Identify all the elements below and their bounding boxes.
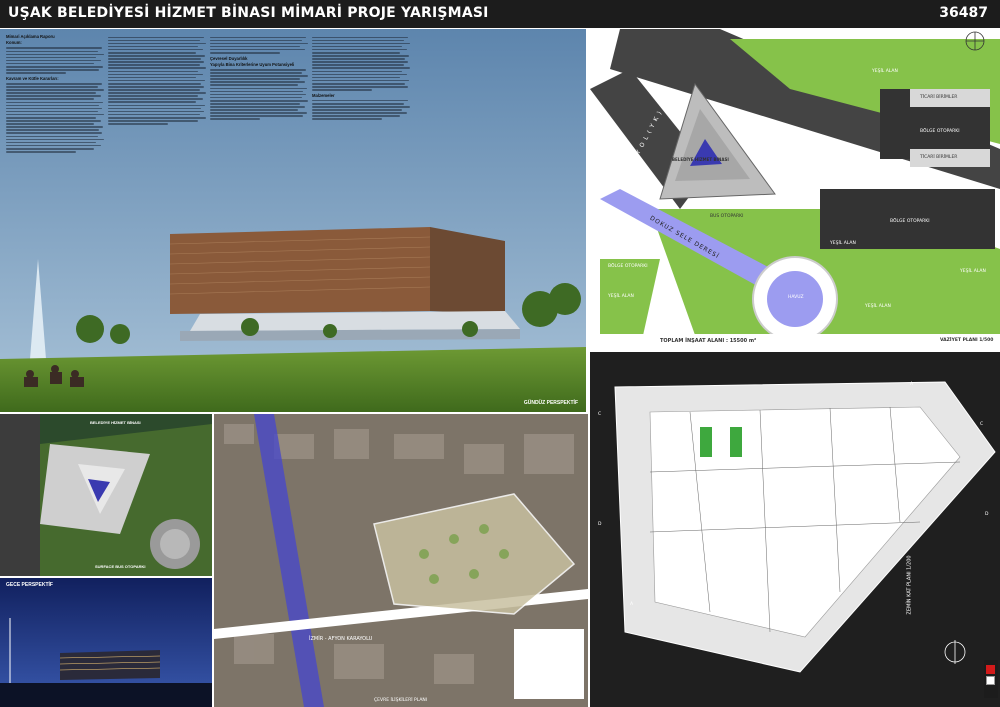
- parking-label: BÖLGE OTOPARKI: [608, 264, 648, 269]
- section-mark: C: [598, 412, 602, 417]
- report-text-lines: [6, 47, 106, 74]
- report-column-3: Çevresel Duyarlılık Yapıyla Bina Kriterl…: [210, 35, 310, 122]
- floor-plan-panel: ZEMİN KAT PLANI 1/200 C C D D A A: [590, 352, 1000, 707]
- report-sub-kavram: Kavram ve Kütle Kararları:: [6, 75, 59, 81]
- report-text-lines: [108, 36, 208, 125]
- bus-parking-label: BUS OTOPARKI: [710, 214, 744, 219]
- site-scale-caption: VAZİYET PLANI 1/500: [940, 338, 994, 343]
- report-sub-cevresel: Çevresel Duyarlılık: [210, 55, 248, 61]
- green-area-label: YEŞİL ALAN: [830, 241, 856, 246]
- report-column-2: [108, 35, 208, 126]
- plan-caption: ZEMİN KAT PLANI 1/200: [906, 555, 913, 615]
- report-sub-konum: Konum:: [6, 40, 22, 46]
- sheet-marker-red: [986, 665, 995, 674]
- section-mark: D: [985, 512, 989, 517]
- highway-label: İZMİR - AFYON KARAYOLU: [309, 636, 373, 642]
- site-area-caption: TOPLAM İNŞAAT ALANI : 15500 m²: [660, 338, 757, 344]
- parking-label: BÖLGE OTOPARKI: [920, 129, 960, 134]
- project-code: 36487: [939, 5, 988, 21]
- report-text-lines: [210, 36, 310, 54]
- report-text-lines: [6, 82, 106, 153]
- green-area-label: YEŞİL ALAN: [865, 304, 891, 309]
- report-column-1: Mimari Açıklama Raporu Konum: Kavram ve …: [6, 34, 106, 154]
- aerial-caption-bottom: SURFACE BUS OTOPARKI: [95, 564, 146, 569]
- section-mark: A: [630, 602, 634, 607]
- green-area-label: YEŞİL ALAN: [608, 294, 634, 299]
- section-mark: D: [598, 522, 602, 527]
- report-sub-yapi: Yapıyla Bina Kriterlerine Uyum Potansiye…: [210, 61, 295, 67]
- report-text-lines: [312, 36, 412, 91]
- pool-label: HAVUZ: [788, 295, 804, 300]
- report-sub-malzeme: Malzemeler: [312, 92, 335, 98]
- night-render-panel: GECE PERSPEKTİF: [0, 578, 212, 707]
- commercial-label: TİCARİ BİRİMLER: [920, 155, 958, 160]
- site-plan-panel: BELEDİYE HİZMET BİNASI Y O L ( Y K ) Y O…: [590, 29, 1000, 349]
- report-text-lines: [312, 99, 412, 121]
- aerial-caption-top: BELEDİYE HİZMET BİNASI: [90, 420, 141, 425]
- commercial-label: TİCARİ BİRİMLER: [920, 95, 958, 100]
- night-caption: GECE PERSPEKTİF: [6, 582, 53, 588]
- context-map-panel: İZMİR - AFYON KARAYOLU ÇEVRE İLİŞKİLERİ …: [214, 414, 588, 707]
- floor-plan-drawing: [590, 352, 1000, 707]
- sheet-marker-white: [986, 676, 995, 685]
- report-column-4: Malzemeler: [312, 35, 412, 122]
- site-building-label: BELEDİYE HİZMET BİNASI: [672, 157, 729, 162]
- daytime-perspective-panel: Mimari Açıklama Raporu Konum: Kavram ve …: [0, 29, 586, 412]
- page-title: UŞAK BELEDİYESİ HİZMET BİNASI MİMARİ PRO…: [8, 5, 489, 21]
- section-mark: A: [910, 382, 914, 387]
- map-caption: ÇEVRE İLİŞKİLERİ PLANI: [374, 698, 428, 703]
- night-render-image: [0, 578, 212, 707]
- green-area-label: YEŞİL ALAN: [960, 269, 986, 274]
- aerial-render-panel: BELEDİYE HİZMET BİNASI SURFACE BUS OTOPA…: [0, 414, 212, 576]
- parking-label: BÖLGE OTOPARKI: [890, 219, 930, 224]
- site-plan-drawing: [590, 29, 1000, 349]
- green-area-label: YEŞİL ALAN: [872, 69, 898, 74]
- header-bar: UŞAK BELEDİYESİ HİZMET BİNASI MİMARİ PRO…: [0, 0, 1000, 28]
- aerial-render-image: [0, 414, 212, 576]
- daytime-caption: GÜNDÜZ PERSPEKTİF: [523, 400, 578, 406]
- section-mark: C: [980, 422, 984, 427]
- report-heading: Mimari Açıklama Raporu: [6, 34, 55, 39]
- context-map-image: [214, 414, 588, 707]
- report-text-lines: [210, 68, 310, 121]
